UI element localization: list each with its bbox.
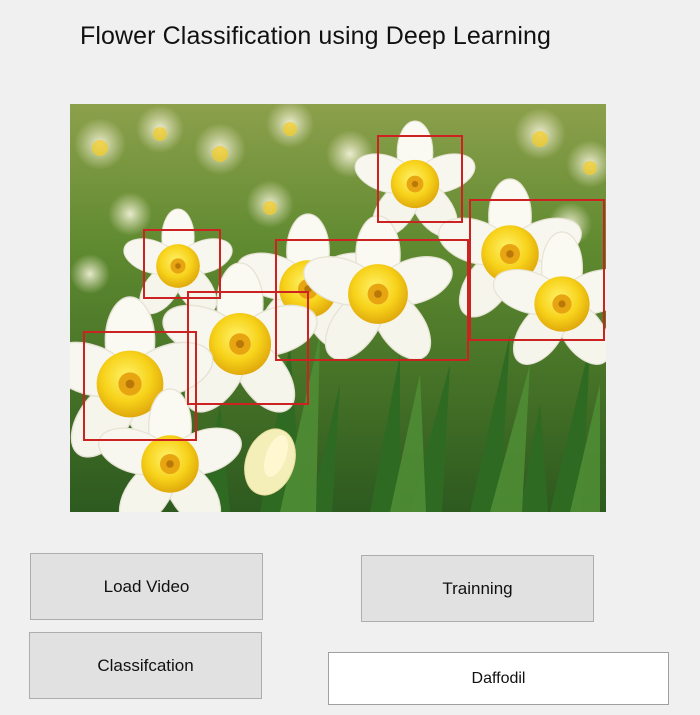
image-display-panel [70,104,606,512]
load-video-label: Load Video [103,576,190,596]
load-video-button[interactable]: Load Video [30,553,263,620]
app-title: Flower Classification using Deep Learnin… [80,22,552,50]
training-button[interactable]: Trainning [361,555,594,622]
result-label: Daffodil [471,669,526,687]
classification-result-field: Daffodil [328,652,669,705]
classification-label: Classifcation [97,655,194,675]
training-label: Trainning [442,578,513,598]
classification-button[interactable]: Classifcation [29,632,262,699]
flower-image [70,104,606,512]
